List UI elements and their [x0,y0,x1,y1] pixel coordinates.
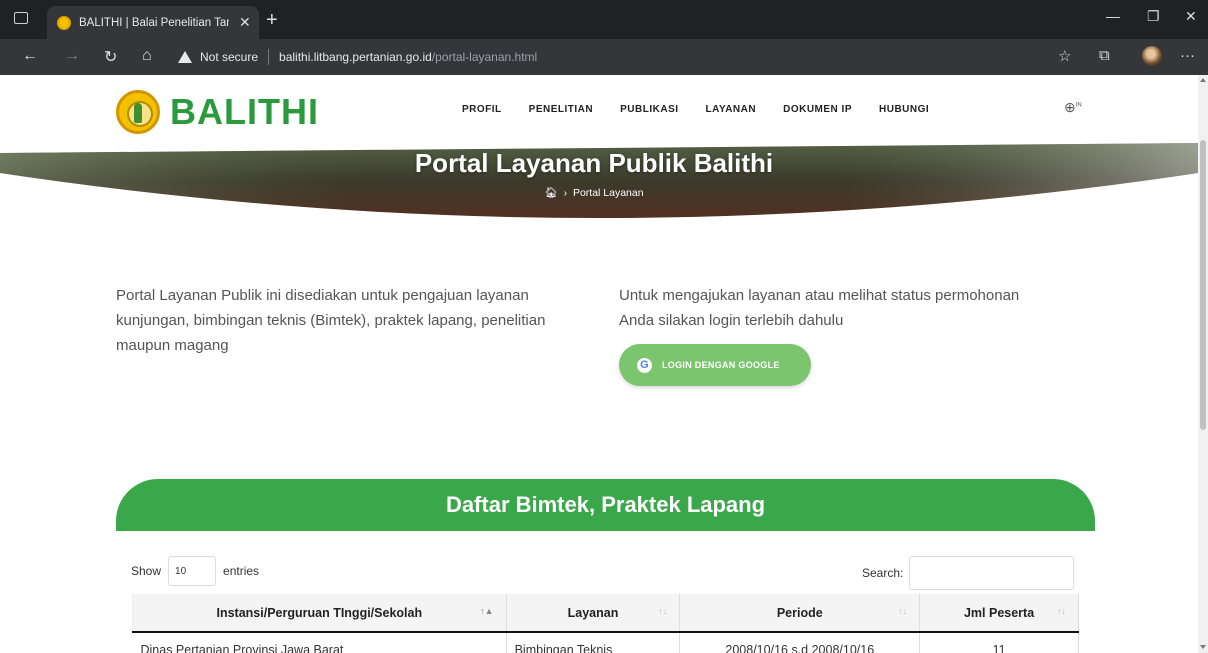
cell-periode: 2008/10/16 s.d 2008/10/16 [679,632,921,653]
login-google-button[interactable]: G LOGIN DENGAN GOOGLE [619,344,811,386]
url-host[interactable]: balithi.litbang.pertanian.go.id [279,50,432,64]
profile-avatar[interactable] [1142,46,1162,66]
language-globe-icon[interactable]: ⊕IN [1064,99,1082,116]
tab-actions-icon[interactable] [14,12,28,24]
column-header-layanan[interactable]: Layanan ↑↓ [506,594,681,633]
logo-emblem-icon [116,90,160,134]
site-favicon-icon [57,15,71,30]
back-icon[interactable]: ← [22,47,38,65]
logo-text: BALITHI [170,91,319,132]
column-header-jml-peserta[interactable]: Jml Peserta ↑↓ [919,594,1079,633]
more-menu-icon[interactable]: ··· [1180,47,1195,64]
url-field[interactable]: Not secure balithi.litbang.pertanian.go.… [178,45,537,69]
login-button-label: LOGIN DENGAN GOOGLE [662,360,780,370]
breadcrumb: 🏠︎ › Portal Layanan [544,187,644,199]
security-label[interactable]: Not secure [200,50,258,64]
menu-item-profil[interactable]: PROFIL [462,104,502,115]
sort-icon: ↑↓ [1057,606,1066,616]
menu-item-hubungi[interactable]: HUBUNGI [879,104,929,115]
favorite-star-icon[interactable]: ☆ [1058,47,1071,65]
scroll-up-icon[interactable] [1200,78,1206,82]
minimize-icon[interactable]: — [1106,8,1120,24]
new-tab-icon[interactable]: + [266,9,278,32]
search-input[interactable] [909,556,1075,590]
close-window-icon[interactable]: ✕ [1185,8,1197,25]
login-instruction: Untuk mengajukan layanan atau melihat st… [619,287,1020,329]
column-header-instansi[interactable]: Instansi/Perguruan TInggi/Sekolah ↑▲ [132,594,507,633]
show-label: Show [131,564,162,578]
forward-icon[interactable]: → [64,47,80,65]
site-logo[interactable]: BALITHI [116,90,319,134]
url-path[interactable]: /portal-layanan.html [432,50,537,64]
menu-item-penelitian[interactable]: PENELITIAN [529,104,593,115]
home-icon[interactable]: ⌂ [142,47,152,65]
collections-icon[interactable]: ⧉ [1099,47,1110,64]
scrollbar-thumb[interactable] [1200,140,1206,430]
section-heading: Daftar Bimtek, Praktek Lapang [116,479,1095,531]
table-header-row: Instansi/Perguruan TInggi/Sekolah ↑▲ Laya… [132,594,1079,633]
services-table: Instansi/Perguruan TInggi/Sekolah ↑▲ Laya… [132,594,1079,653]
cell-instansi: Dinas Pertanian Provinsi Jawa Barat [132,632,507,653]
address-bar-row: ← → ↻ ⌂ Not secure balithi.litbang.perta… [0,39,1208,75]
entries-length-control: Show 10 entries [131,556,259,586]
tab-title: BALITHI | Balai Penelitian Tanama [79,16,229,29]
breadcrumb-current: Portal Layanan [572,187,644,199]
cell-layanan: Bimbingan Teknis [506,632,681,653]
menu-item-layanan[interactable]: LAYANAN [706,104,757,115]
warning-icon [178,51,192,63]
entries-select[interactable]: 10 [168,556,217,586]
table-row: Dinas Pertanian Provinsi Jawa Barat Bimb… [132,632,1079,653]
scroll-down-icon[interactable] [1200,645,1206,649]
browser-tab-bar: BALITHI | Balai Penelitian Tanama ✕ + — … [0,0,1208,39]
menu-item-publikasi[interactable]: PUBLIKASI [620,104,678,115]
cell-jml-peserta: 11 [919,632,1079,653]
entries-label: entries [223,564,260,578]
menu-item-dokumen-ip[interactable]: DOKUMEN IP [783,104,852,115]
browser-tab[interactable]: BALITHI | Balai Penelitian Tanama ✕ [47,6,259,39]
hero-title: Portal Layanan Publik Balithi [414,148,774,178]
search-label: Search: [862,566,904,580]
table-search: Search: [862,556,1075,590]
sort-icon: ↑▲ [480,606,494,616]
google-icon: G [637,357,652,373]
divider [268,49,270,65]
column-header-periode[interactable]: Periode ↑↓ [679,594,921,633]
sort-icon: ↑↓ [658,606,668,616]
close-tab-icon[interactable]: ✕ [239,14,251,31]
restore-icon[interactable]: ❐ [1147,8,1160,25]
main-menu: PROFIL PENELITIAN PUBLIKASI LAYANAN DOKU… [462,104,956,115]
refresh-icon[interactable]: ↻ [104,47,117,67]
sort-icon: ↑↓ [898,606,908,616]
intro-description: Portal Layanan Publik ini disediakan unt… [116,287,546,354]
home-icon[interactable]: 🏠︎ [544,187,557,199]
web-page: BALITHI PROFIL PENELITIAN PUBLIKASI LAYA… [0,75,1198,653]
